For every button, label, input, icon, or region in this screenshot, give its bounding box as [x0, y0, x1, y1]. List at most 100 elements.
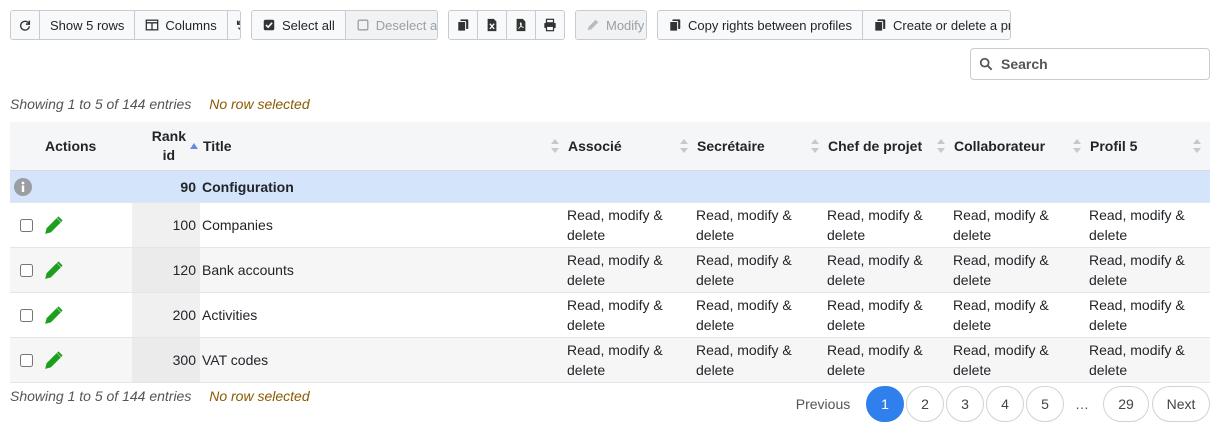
columns-button[interactable]: Columns: [135, 11, 228, 39]
deselect-all-button[interactable]: Deselect all: [345, 11, 437, 39]
perm-secretaire[interactable]: Read, modify & delete: [696, 203, 824, 247]
selection-status: No row selected: [209, 388, 310, 404]
print-button[interactable]: [536, 11, 564, 39]
sort-icon: [551, 138, 559, 154]
page-button[interactable]: 2: [906, 386, 944, 422]
search-input[interactable]: [999, 55, 1199, 73]
modify-label: Modify: [606, 17, 645, 33]
perm-associe[interactable]: Read, modify & delete: [567, 338, 693, 382]
perm-profil-5[interactable]: Read, modify & delete: [1089, 338, 1207, 382]
refresh-button[interactable]: [11, 11, 40, 39]
page-button[interactable]: 3: [946, 386, 984, 422]
row-checkbox[interactable]: [20, 338, 36, 382]
select-all-button[interactable]: Select all: [252, 11, 346, 39]
perm-text: Read, modify & delete: [696, 207, 792, 243]
perm-secretaire[interactable]: Read, modify & delete: [696, 338, 824, 382]
header-collaborateur[interactable]: Collaborateur: [954, 122, 1085, 170]
perm-collaborateur[interactable]: Read, modify & delete: [953, 203, 1085, 247]
row-checkbox-input[interactable]: [20, 263, 33, 277]
row-checkbox[interactable]: [20, 248, 36, 292]
modify-button-group: Modify: [575, 10, 647, 40]
header-rank-id[interactable]: Rank id: [132, 122, 200, 170]
perm-collaborateur[interactable]: Read, modify & delete: [953, 248, 1085, 292]
edit-pencil-icon[interactable]: [43, 338, 65, 382]
row-title: Activities: [202, 293, 562, 337]
create-delete-profile-button[interactable]: Create or delete a profile: [863, 11, 1010, 39]
previous-button[interactable]: Previous: [780, 386, 866, 422]
edit-pencil-icon[interactable]: [43, 248, 65, 292]
checked-box-icon: [262, 18, 276, 32]
modify-button[interactable]: Modify: [576, 11, 646, 39]
perm-secretaire[interactable]: Read, modify & delete: [696, 248, 824, 292]
search-icon: [979, 57, 993, 71]
header-rank-label: Rank id: [152, 127, 186, 165]
perm-profil-5[interactable]: Read, modify & delete: [1089, 293, 1207, 337]
perm-associe[interactable]: Read, modify & delete: [567, 248, 693, 292]
row-rank: 120: [132, 248, 200, 292]
header-chef-de-projet[interactable]: Chef de projet: [828, 122, 949, 170]
show-rows-button[interactable]: Show 5 rows: [40, 11, 136, 39]
sort-icon: [937, 138, 945, 154]
perm-chef-de-projet[interactable]: Read, modify & delete: [827, 248, 949, 292]
copy-rights-button[interactable]: Copy rights between profiles: [658, 11, 864, 39]
table-row[interactable]: 200 Activities Read, modify & delete Read…: [10, 293, 1210, 338]
next-button[interactable]: Next: [1152, 386, 1210, 422]
refresh-icon: [18, 18, 32, 32]
header-title[interactable]: Title: [203, 122, 563, 170]
last-page-button[interactable]: 29: [1103, 386, 1149, 422]
row-checkbox-input[interactable]: [20, 218, 33, 232]
page-button[interactable]: 4: [986, 386, 1024, 422]
row-rank: 300: [132, 338, 200, 382]
copy-button[interactable]: [449, 11, 478, 39]
table-row[interactable]: 300 VAT codes Read, modify & delete Read,…: [10, 338, 1210, 383]
perm-text: Read, modify & delete: [827, 342, 923, 378]
edit-pencil-icon[interactable]: [43, 293, 65, 337]
page-button[interactable]: 5: [1026, 386, 1064, 422]
perm-chef-de-projet[interactable]: Read, modify & delete: [827, 293, 949, 337]
table-row[interactable]: 100 Companies Read, modify & delete Read,…: [10, 203, 1210, 248]
pencil-icon: [586, 18, 600, 32]
row-rank-value: 120: [172, 262, 196, 278]
row-rank-value: 200: [172, 307, 196, 323]
perm-associe[interactable]: Read, modify & delete: [567, 203, 693, 247]
reset-button[interactable]: [227, 11, 240, 39]
show-rows-label: Show 5 rows: [50, 17, 125, 33]
perm-text: Read, modify & delete: [567, 207, 663, 243]
empty-box-icon: [356, 18, 370, 32]
header-actions: Actions: [45, 122, 135, 170]
excel-icon: [485, 18, 499, 32]
perm-chef-de-projet[interactable]: Read, modify & delete: [827, 338, 949, 382]
header-secretaire[interactable]: Secrétaire: [697, 122, 823, 170]
edit-pencil-icon[interactable]: [43, 203, 65, 247]
profile-button-group: Copy rights between profiles Create or d…: [657, 10, 1011, 40]
row-checkbox-input[interactable]: [20, 353, 33, 367]
perm-profil-5[interactable]: Read, modify & delete: [1089, 248, 1207, 292]
row-checkbox[interactable]: [20, 203, 36, 247]
perm-text: Read, modify & delete: [827, 207, 923, 243]
row-title: VAT codes: [202, 338, 562, 382]
header-associe[interactable]: Associé: [568, 122, 692, 170]
pagination-ellipsis: …: [1075, 396, 1089, 412]
header-profil-5[interactable]: Profil 5: [1090, 122, 1205, 170]
page-button[interactable]: 1: [866, 386, 904, 422]
perm-collaborateur[interactable]: Read, modify & delete: [953, 338, 1085, 382]
row-checkbox[interactable]: [20, 293, 36, 337]
pagination: Previous 1 2 3 4 5 … 29 Next: [780, 386, 1210, 422]
pdf-export-button[interactable]: [507, 11, 536, 39]
perm-text: Read, modify & delete: [696, 297, 792, 333]
perm-secretaire[interactable]: Read, modify & delete: [696, 293, 824, 337]
perm-text: Read, modify & delete: [567, 342, 663, 378]
group-row[interactable]: 90 Configuration: [10, 171, 1210, 203]
pdf-icon: [514, 18, 528, 32]
row-title: Bank accounts: [202, 248, 562, 292]
perm-associe[interactable]: Read, modify & delete: [567, 293, 693, 337]
table-row[interactable]: 120 Bank accounts Read, modify & delete R…: [10, 248, 1210, 293]
perm-collaborateur[interactable]: Read, modify & delete: [953, 293, 1085, 337]
columns-icon: [145, 18, 159, 32]
excel-export-button[interactable]: [478, 11, 507, 39]
perm-chef-de-projet[interactable]: Read, modify & delete: [827, 203, 949, 247]
row-rank-value: 100: [172, 217, 196, 233]
perm-profil-5[interactable]: Read, modify & delete: [1089, 203, 1207, 247]
row-checkbox-input[interactable]: [20, 308, 33, 322]
sort-icon: [1073, 138, 1081, 154]
